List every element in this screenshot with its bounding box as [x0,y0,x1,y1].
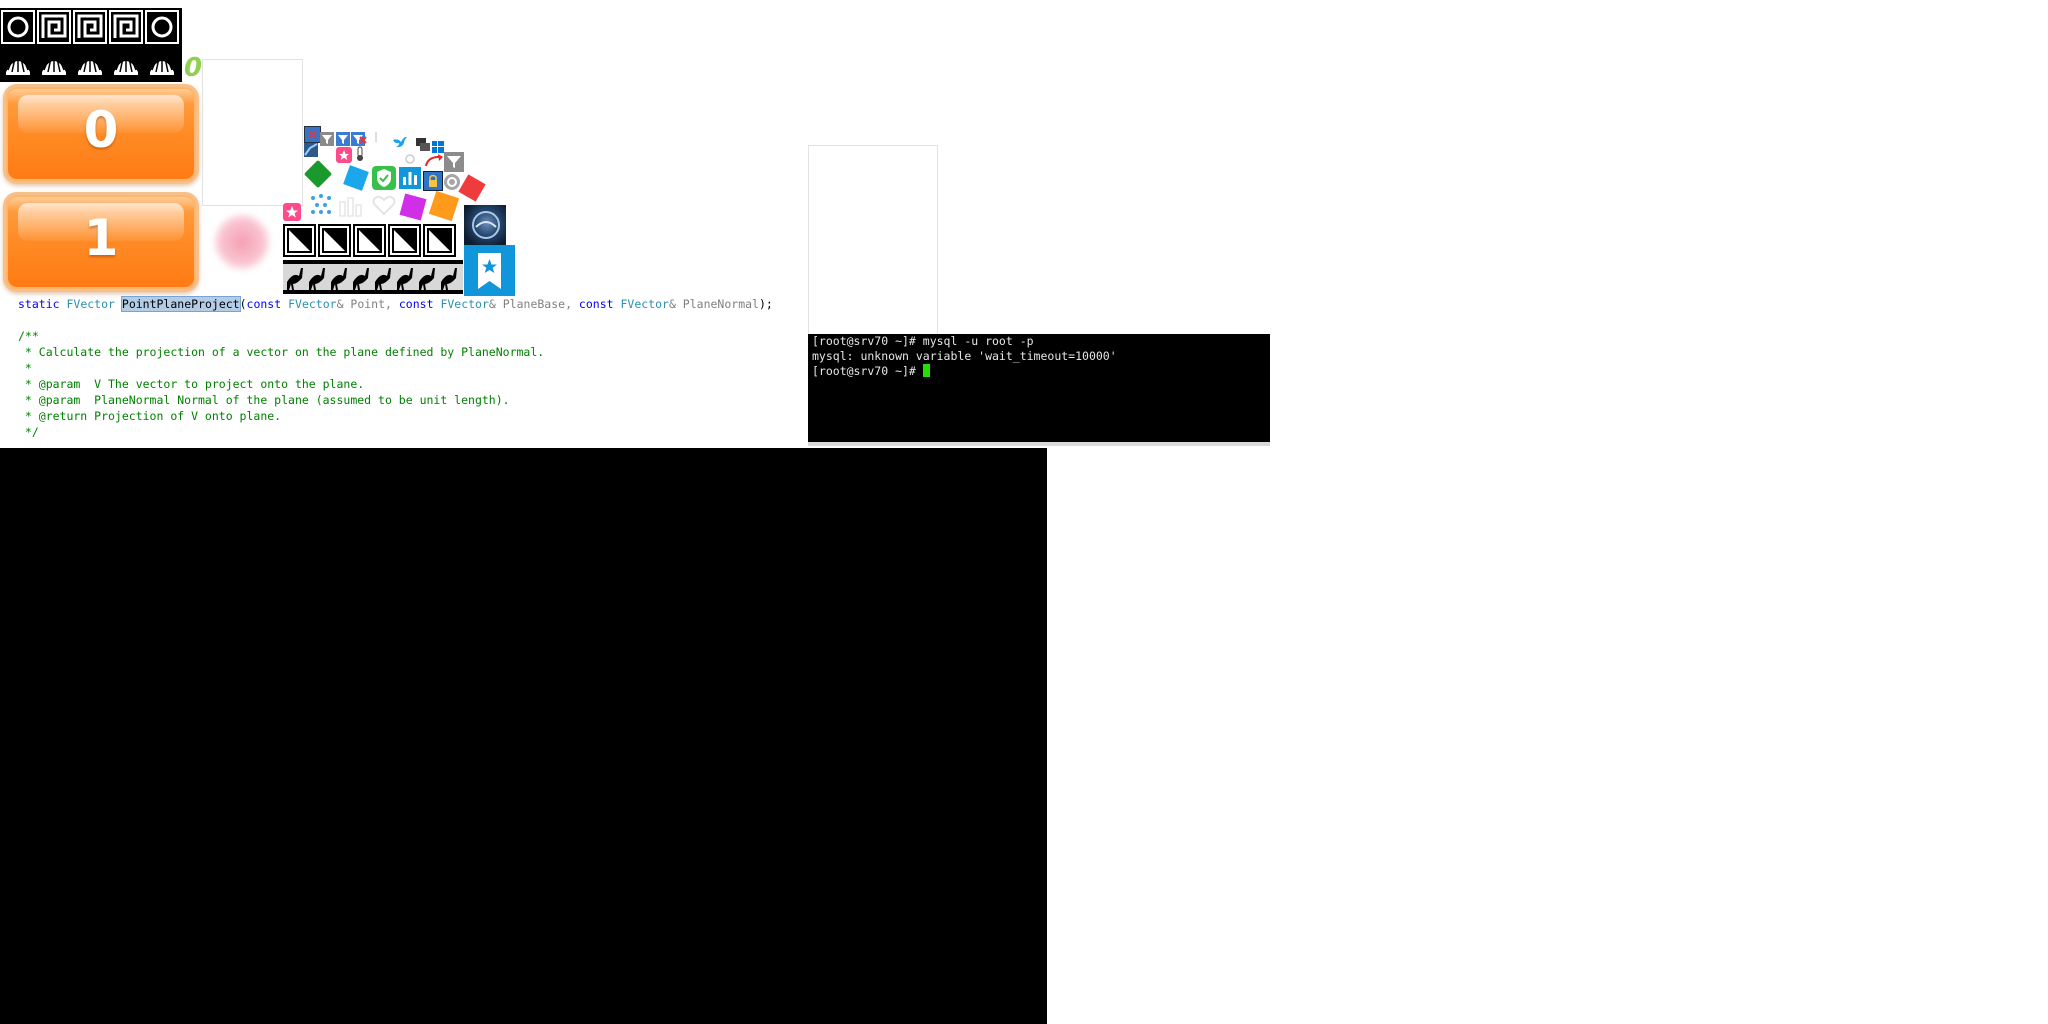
greek-key-icon [144,8,180,46]
image-icon [304,143,318,157]
star-bookmark-button[interactable] [464,245,515,296]
terminal-cursor [922,364,930,377]
keyword: const [246,297,282,311]
orange-square-icon [428,190,460,222]
filter-icon[interactable] [336,132,350,146]
terminal-line: [root@srv70 ~]# mysql -u root -p [812,334,1034,348]
greek-key-icon [36,8,72,46]
corner-tile-icon [283,224,316,257]
blank-panel [202,59,303,206]
button-label: 0 [83,101,119,159]
shell-icon [72,46,108,82]
blurred-heart-image [212,212,272,272]
refresh-icon[interactable] [424,154,444,168]
shell-strip [0,46,182,82]
comment-line: * @return Projection of V onto plane. [18,409,282,423]
corner-tile-icon [353,224,386,257]
red-square-icon [458,174,486,202]
shell-icon [108,46,144,82]
orange-button-one[interactable]: 1 [3,192,199,292]
comment-line: * @param PlaneNormal Normal of the plane… [18,393,510,407]
terminal-prompt-line: [root@srv70 ~]# [812,364,930,379]
greek-key-icon [72,8,108,46]
shield-check-icon [372,166,396,190]
water-drops-icon [308,192,334,216]
greek-key-icon [108,8,144,46]
window-icon [416,138,430,152]
star-bookmark-icon[interactable] [336,147,352,163]
shell-icon [0,46,36,82]
keyword: static [18,297,60,311]
blank-panel [808,145,938,335]
bird-icon [392,134,408,150]
spinner-icon [404,152,416,164]
refresh-icon[interactable] [444,174,460,190]
thermometer-icon [356,146,364,162]
comment-line: * Calculate the projection of a vector o… [18,345,545,359]
comment-line: */ [18,425,39,439]
filter-icon[interactable] [320,132,334,146]
magenta-square-icon [399,193,427,221]
terminal-line: mysql: unknown variable 'wait_timeout=10… [812,349,1117,363]
filter-icon[interactable] [444,152,464,172]
terminal-bottom-border [808,442,1270,446]
shell-icon [36,46,72,82]
keyword: const [578,297,614,311]
greek-key-icon [0,8,36,46]
green-digit: 0 [184,53,203,83]
code-line-signature: static FVector PointPlaneProject(const F… [18,296,773,312]
space-helmet-image [464,205,506,245]
shell-icon [144,46,180,82]
windows-logo-icon [432,140,444,153]
comment-line: * @param V The vector to project onto th… [18,377,365,391]
close-icon[interactable] [358,132,368,144]
punctuation: ( [239,297,247,311]
greek-key-strip [0,8,182,46]
info-icon [372,130,380,144]
button-label: 1 [83,209,119,267]
type-name: FVector [288,297,337,311]
type-name: FVector [620,297,669,311]
comment-line: /** [18,329,39,343]
type-name: FVector [66,297,115,311]
black-content-area [0,448,1047,1024]
green-diamond-icon [303,159,333,189]
heart-icon [372,194,396,216]
bar-chart-icon [399,167,421,189]
close-icon[interactable] [304,126,321,143]
punctuation: ); [758,297,773,311]
lock-icon [423,171,443,191]
blue-square-icon [343,165,369,191]
code-editor[interactable]: static FVector PointPlaneProject(const F… [0,296,800,448]
faint-shapes-icon [338,196,368,218]
ostrich-strip [283,260,463,294]
type-name: FVector [440,297,489,311]
terminal-prompt: [root@srv70 ~]# [812,364,923,378]
tile-row [283,224,456,258]
parameter: & PlaneBase, [488,297,579,311]
keyword: const [398,297,434,311]
corner-tile-icon [423,224,456,257]
corner-tile-icon [318,224,351,257]
comment-line: * [18,361,32,375]
terminal-window[interactable]: [root@srv70 ~]# mysql -u root -p mysql: … [808,334,1270,442]
parameter: & Point, [336,297,399,311]
selected-function-name[interactable]: PointPlaneProject [120,296,241,312]
orange-button-zero[interactable]: 0 [3,84,199,184]
star-bookmark-icon[interactable] [283,203,301,221]
corner-tile-icon [388,224,421,257]
parameter: & PlaneNormal [668,297,759,311]
